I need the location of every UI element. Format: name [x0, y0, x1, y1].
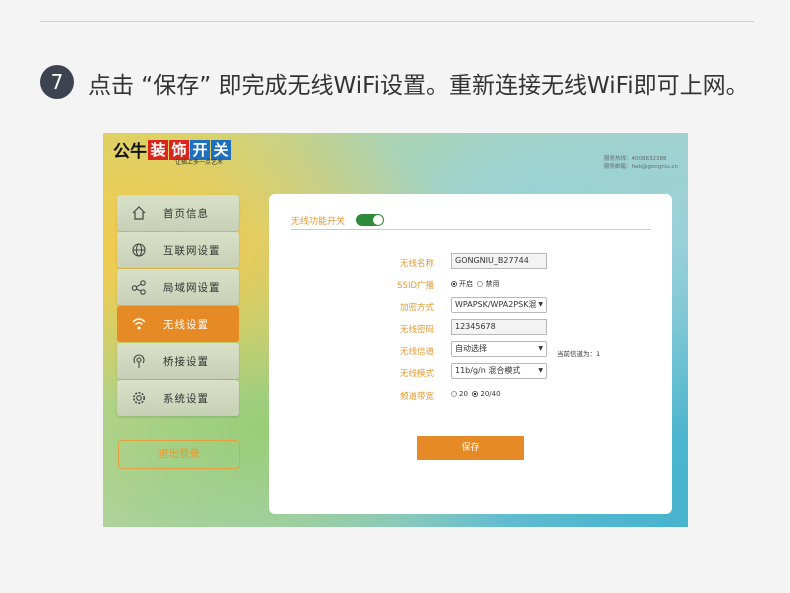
contact-email: 服务邮箱：heb@gongniu.cn [604, 164, 678, 170]
step-instruction: 点击 “保存” 即完成无线WiFi设置。重新连接无线WiFi即可上网。 [88, 73, 749, 99]
wireless-toggle[interactable] [356, 214, 384, 226]
bandwidth-2040-radio[interactable] [472, 391, 479, 397]
section-divider [291, 229, 651, 230]
bridge-icon [133, 354, 145, 368]
sidebar-menu: 首页信息 互联网设置 局域网设置 无线设置 桥接设置 系统设置 [117, 195, 239, 417]
sidebar-item-label: 首页信息 [163, 208, 209, 220]
channel-select[interactable]: 自动选择 ▼ [451, 341, 547, 357]
wireless-switch-label: 无线功能开关 [291, 217, 346, 227]
save-button[interactable]: 保存 [417, 436, 524, 460]
broadcast-label: SSID广播 [397, 281, 434, 291]
broadcast-on-label: 开启 [459, 280, 473, 288]
chevron-down-icon: ▼ [538, 345, 543, 352]
mode-value: 11b/g/n 混合模式 [455, 366, 521, 375]
password-input[interactable]: 12345678 [451, 319, 547, 335]
logo-char: 装 [148, 139, 168, 160]
encryption-label: 加密方式 [399, 303, 434, 313]
sidebar-item-label: 系统设置 [163, 393, 209, 405]
sidebar-item-label: 局域网设置 [163, 282, 221, 294]
bandwidth-20-radio[interactable] [451, 391, 457, 397]
step-number-badge: 7 [40, 65, 74, 99]
wireless-settings-panel: 无线功能开关 无线名称 GONGNIU_B27744 SSID广播 开启 禁用 … [269, 194, 672, 514]
encryption-value: WPAPSK/WPA2PSK混 [455, 300, 537, 309]
contact-hotline: 服务热线：4008832388 [604, 156, 667, 162]
gear-icon [133, 392, 145, 404]
sidebar-item-lan[interactable]: 局域网设置 [117, 269, 239, 305]
top-divider [40, 21, 754, 22]
wifi-icon [132, 318, 146, 330]
mode-select[interactable]: 11b/g/n 混合模式 ▼ [451, 363, 547, 379]
sidebar-item-bridge[interactable]: 桥接设置 [117, 343, 239, 379]
toggle-knob [373, 215, 383, 225]
broadcast-off-label: 禁用 [485, 280, 500, 288]
sidebar-item-wireless[interactable]: 无线设置 [117, 306, 239, 342]
contact-info: 服务热线：4008832388 服务邮箱：heb@gongniu.cn [604, 155, 678, 171]
sidebar-item-system[interactable]: 系统设置 [117, 380, 239, 416]
router-admin-screenshot: 公牛装饰开关 让插上多一点艺术 服务热线：4008832388 服务邮箱：heb… [103, 133, 688, 527]
ssid-input[interactable]: GONGNIU_B27744 [451, 253, 547, 269]
sidebar-item-label: 互联网设置 [163, 245, 221, 257]
password-label: 无线密码 [399, 325, 434, 335]
current-channel-text: 当前信道为：1 [557, 350, 601, 358]
globe-icon [132, 243, 146, 257]
chevron-down-icon: ▼ [538, 367, 543, 374]
bandwidth-2040-label: 20/40 [480, 390, 501, 398]
sidebar-item-label: 桥接设置 [163, 356, 209, 368]
channel-label: 无线信道 [399, 347, 434, 357]
broadcast-off-radio[interactable] [477, 281, 484, 287]
brand-slogan: 让插上多一点艺术 [175, 159, 224, 166]
bandwidth-label: 频道带宽 [399, 392, 434, 402]
encryption-select[interactable]: WPAPSK/WPA2PSK混 ▼ [451, 297, 547, 313]
bandwidth-20-label: 20 [459, 390, 468, 398]
sidebar-item-internet[interactable]: 互联网设置 [117, 232, 239, 268]
sidebar-item-home[interactable]: 首页信息 [117, 195, 239, 231]
network-icon [131, 280, 146, 295]
chevron-down-icon: ▼ [538, 301, 543, 308]
channel-value: 自动选择 [455, 344, 487, 353]
broadcast-options: 开启 禁用 [451, 279, 499, 289]
logout-button[interactable]: 退出登录 [118, 440, 240, 469]
logo-text: 公牛 [113, 142, 147, 162]
broadcast-on-radio[interactable] [451, 281, 457, 287]
bandwidth-options: 20 20/40 [451, 390, 501, 398]
home-icon [132, 206, 146, 220]
ssid-label: 无线名称 [399, 259, 434, 269]
sidebar-item-label: 无线设置 [163, 319, 209, 331]
mode-label: 无线模式 [399, 369, 434, 379]
